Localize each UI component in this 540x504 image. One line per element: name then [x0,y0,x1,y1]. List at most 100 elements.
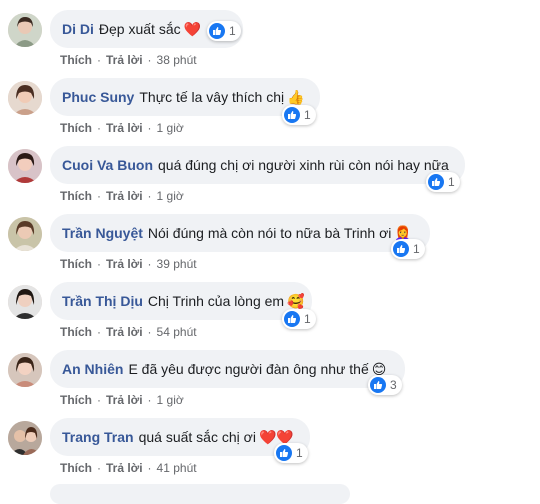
separator-dot: · [147,325,152,339]
timestamp[interactable]: 1 giờ [157,189,184,203]
like-count: 1 [229,24,236,38]
like-count: 1 [448,175,455,189]
like-link[interactable]: Thích [60,189,92,203]
like-icon [284,107,300,123]
comment-bubble: Cuoi Va Buon quá đúng chị ơi người xinh … [50,146,465,184]
timestamp[interactable]: 54 phút [157,325,197,339]
reaction-count[interactable]: 1 [207,21,241,41]
like-icon [209,23,225,39]
comment-actions: Thích · Trả lời · 1 giờ [60,189,184,203]
like-icon [428,174,444,190]
heart-emoji: ❤️ [183,20,202,37]
avatar[interactable] [8,353,42,387]
separator-dot: · [147,189,152,203]
like-icon [393,241,409,257]
comment-item: Trần Thị Dịu Chị Trinh của lòng em 🥰 1 T… [0,282,540,350]
comment-text: Nói đúng mà còn nói to nữa bà Trinh ơi [147,225,392,241]
reaction-count[interactable]: 3 [368,375,402,395]
reply-link[interactable]: Trả lời [106,325,143,339]
avatar[interactable] [8,149,42,183]
like-link[interactable]: Thích [60,53,92,67]
comment-actions: Thích · Trả lời · 54 phút [60,325,197,339]
separator-dot: · [147,393,152,407]
separator-dot: · [97,121,101,135]
comment-author[interactable]: Trần Thị Dịu [62,293,143,309]
next-comment-bubble-partial [50,484,350,504]
like-icon [370,377,386,393]
comment-author[interactable]: Trần Nguyệt [62,225,143,241]
avatar[interactable] [8,285,42,319]
comment-bubble: Trần Nguyệt Nói đúng mà còn nói to nữa b… [50,214,430,252]
avatar[interactable] [8,217,42,251]
comment-item: Trang Tran quá suất sắc chị ơi ❤️❤️ 1 Th… [0,418,540,486]
separator-dot: · [97,325,101,339]
reply-link[interactable]: Trả lời [106,257,143,271]
comment-bubble: An Nhiên E đã yêu được người đàn ông như… [50,350,405,388]
separator-dot: · [147,461,152,475]
reaction-count[interactable]: 1 [274,443,308,463]
comment-text: Thực tế la vây thích chị [139,89,285,105]
separator-dot: · [97,257,101,271]
separator-dot: · [97,189,101,203]
avatar[interactable] [8,13,42,47]
like-count: 3 [390,378,397,392]
separator-dot: · [147,121,152,135]
comment-actions: Thích · Trả lời · 38 phút [60,53,197,67]
avatar[interactable] [8,421,42,455]
comment-author[interactable]: Trang Tran [62,429,134,445]
reply-link[interactable]: Trả lời [106,121,143,135]
like-icon [284,311,300,327]
comment-author[interactable]: An Nhiên [62,361,123,377]
separator-dot: · [97,393,101,407]
reply-link[interactable]: Trả lời [106,393,143,407]
timestamp[interactable]: 38 phút [157,53,197,67]
timestamp[interactable]: 39 phút [157,257,197,271]
separator-dot: · [147,53,152,67]
like-count: 1 [296,446,303,460]
comment-item: An Nhiên E đã yêu được người đàn ông như… [0,350,540,418]
like-icon [276,445,292,461]
comment-item: Trần Nguyệt Nói đúng mà còn nói to nữa b… [0,214,540,282]
smiling-face-with-hearts-emoji: 🥰 [287,292,305,309]
comment-text: quá đúng chị ơi người xinh rùi còn nói h… [158,157,449,173]
like-link[interactable]: Thích [60,461,92,475]
comment-bubble: Trang Tran quá suất sắc chị ơi ❤️❤️ [50,418,310,456]
thumbs-up-emoji: 👍 [287,88,305,105]
comment-actions: Thích · Trả lời · 1 giờ [60,393,184,407]
reaction-count[interactable]: 1 [282,105,316,125]
like-link[interactable]: Thích [60,121,92,135]
reply-link[interactable]: Trả lời [106,53,143,67]
reply-link[interactable]: Trả lời [106,461,143,475]
comment-item: Cuoi Va Buon quá đúng chị ơi người xinh … [0,146,540,214]
comment-text: quá suất sắc chị ơi [138,429,256,445]
comment-actions: Thích · Trả lời · 41 phút [60,461,197,475]
comment-bubble: Phuc Suny Thực tế la vây thích chị 👍 [50,78,320,116]
comment-author[interactable]: Di Di [62,21,94,37]
timestamp[interactable]: 1 giờ [157,121,184,135]
like-link[interactable]: Thích [60,257,92,271]
timestamp[interactable]: 41 phút [157,461,197,475]
comment-author[interactable]: Cuoi Va Buon [62,157,153,173]
reaction-count[interactable]: 1 [282,309,316,329]
reaction-count[interactable]: 1 [426,172,460,192]
comment-bubble: Trần Thị Dịu Chị Trinh của lòng em 🥰 [50,282,312,320]
separator-dot: · [97,461,101,475]
comment-author[interactable]: Phuc Suny [62,89,134,105]
reaction-count[interactable]: 1 [391,239,425,259]
reply-link[interactable]: Trả lời [106,189,143,203]
comment-text: E đã yêu được người đàn ông như thế [128,361,369,377]
like-count: 1 [304,108,311,122]
comment-item: Di Di Đẹp xuất sắc ❤️ 1 Thích · Trả lời … [0,10,540,78]
comment-item: Phuc Suny Thực tế la vây thích chị 👍 1 T… [0,78,540,146]
avatar[interactable] [8,81,42,115]
like-count: 1 [304,312,311,326]
separator-dot: · [147,257,152,271]
comment-actions: Thích · Trả lời · 39 phút [60,257,197,271]
like-link[interactable]: Thích [60,393,92,407]
comment-text: Đẹp xuất sắc [98,21,181,37]
comment-actions: Thích · Trả lời · 1 giờ [60,121,184,135]
like-link[interactable]: Thích [60,325,92,339]
like-count: 1 [413,242,420,256]
separator-dot: · [97,53,101,67]
timestamp[interactable]: 1 giờ [157,393,184,407]
